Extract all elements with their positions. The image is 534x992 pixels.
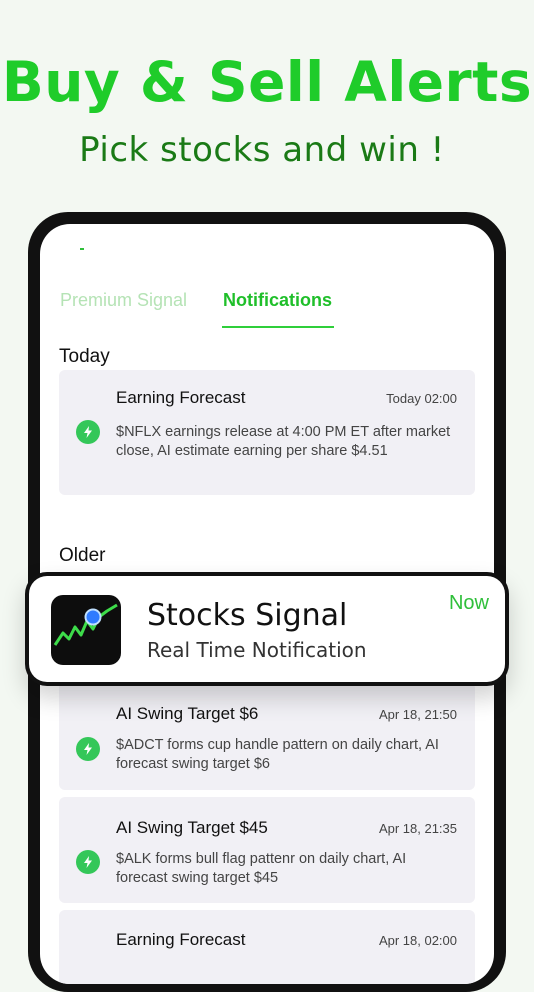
status-indicator xyxy=(80,248,84,250)
notification-time: Apr 18, 21:35 xyxy=(378,821,457,836)
promo-headline: Buy & Sell Alerts xyxy=(1,50,533,114)
notification-card[interactable]: AI Swing Target $6 Apr 18, 21:50 $ADCT f… xyxy=(59,682,475,790)
lightning-bolt-icon xyxy=(76,737,100,761)
banner-subtitle: Real Time Notification xyxy=(147,638,367,662)
banner-time: Now xyxy=(448,592,489,614)
notification-title: Earning Forecast xyxy=(116,930,246,949)
promo-subline: Pick stocks and win ! xyxy=(79,130,445,170)
push-notification-banner[interactable]: Stocks Signal Real Time Notification Now xyxy=(25,572,509,686)
notification-body: $ADCT forms cup handle pattern on daily … xyxy=(116,737,439,772)
stock-chart-app-icon xyxy=(51,595,121,665)
notification-title: AI Swing Target $6 xyxy=(116,704,259,723)
notification-title: Earning Forecast xyxy=(116,388,246,407)
tab-premium-signal[interactable]: Premium Signal xyxy=(60,290,187,311)
notification-time: Today 02:00 xyxy=(386,391,457,406)
notification-time: Apr 18, 02:00 xyxy=(378,933,457,948)
notification-card[interactable]: AI Swing Target $45 Apr 18, 21:35 $ALK f… xyxy=(59,797,475,903)
notification-body: $NFLX earnings release at 4:00 PM ET aft… xyxy=(116,424,451,459)
section-title-today: Today xyxy=(59,346,110,367)
tab-notifications[interactable]: Notifications xyxy=(223,290,332,311)
banner-app-name: Stocks Signal xyxy=(147,598,348,633)
section-title-older: Older xyxy=(59,545,106,566)
active-tab-indicator xyxy=(222,326,334,328)
notification-body: $ALK forms bull flag pattenr on daily ch… xyxy=(116,851,407,886)
notification-card[interactable]: Earning Forecast Today 02:00 $NFLX earni… xyxy=(59,370,475,495)
notification-title: AI Swing Target $45 xyxy=(116,818,268,837)
notification-time: Apr 18, 21:50 xyxy=(378,707,457,722)
lightning-bolt-icon xyxy=(76,420,100,444)
lightning-bolt-icon xyxy=(76,850,100,874)
banner-content: Stocks Signal Real Time Notification Now xyxy=(29,576,505,682)
notification-card[interactable]: Earning Forecast Apr 18, 02:00 xyxy=(59,910,475,984)
